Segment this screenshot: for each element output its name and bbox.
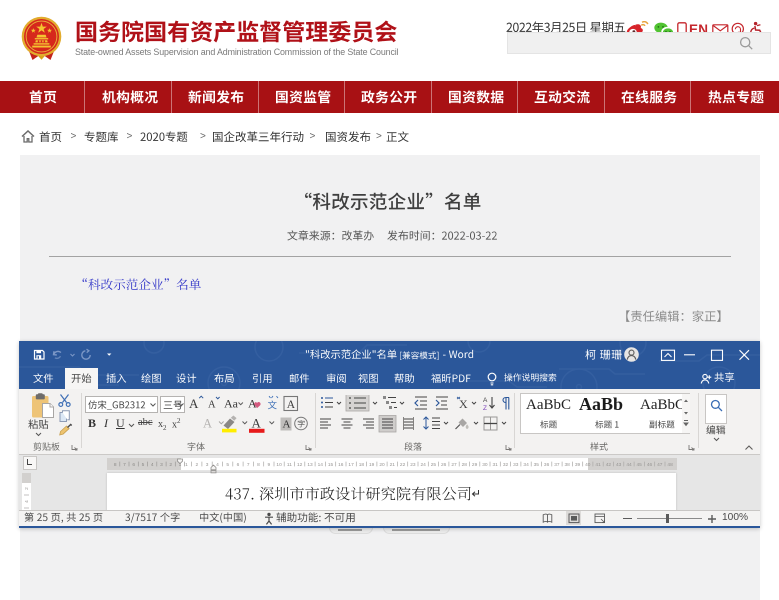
svg-text:22: 22 — [400, 462, 406, 468]
svg-text:A: A — [189, 396, 199, 411]
svg-text:29: 29 — [472, 462, 478, 468]
svg-text:A: A — [203, 417, 212, 431]
svg-text:5: 5 — [141, 462, 144, 468]
svg-text:19: 19 — [369, 462, 375, 468]
svg-text:32: 32 — [503, 462, 509, 468]
svg-text:2: 2 — [24, 487, 30, 490]
svg-text:36: 36 — [544, 462, 550, 468]
svg-text:A: A — [483, 397, 488, 404]
svg-text:Z: Z — [483, 405, 487, 412]
svg-text:4: 4 — [24, 500, 30, 503]
svg-text:34: 34 — [523, 462, 529, 468]
svg-text:12: 12 — [297, 462, 303, 468]
svg-text:14: 14 — [317, 462, 323, 468]
svg-text:37: 37 — [554, 462, 560, 468]
svg-text:24: 24 — [420, 462, 426, 468]
svg-text:38: 38 — [564, 462, 570, 468]
svg-text:26: 26 — [441, 462, 447, 468]
svg-text:21: 21 — [389, 462, 395, 468]
svg-text:45: 45 — [636, 462, 642, 468]
svg-text:10: 10 — [276, 462, 282, 468]
svg-text:8: 8 — [257, 462, 260, 468]
svg-text:Aa: Aa — [224, 397, 239, 411]
svg-text:47: 47 — [657, 462, 663, 468]
svg-text:20: 20 — [379, 462, 385, 468]
svg-text:27: 27 — [451, 462, 457, 468]
svg-text:35: 35 — [533, 462, 539, 468]
svg-text:30: 30 — [482, 462, 488, 468]
svg-text:39: 39 — [575, 462, 581, 468]
svg-text:2: 2 — [169, 462, 172, 468]
svg-text:48: 48 — [667, 462, 673, 468]
svg-text:A: A — [287, 399, 296, 411]
svg-text:9: 9 — [267, 462, 270, 468]
svg-text:44: 44 — [626, 462, 632, 468]
svg-text:31: 31 — [492, 462, 498, 468]
svg-text:X: X — [459, 397, 468, 411]
svg-text:7: 7 — [247, 462, 250, 468]
svg-text:5: 5 — [226, 462, 229, 468]
svg-text:A: A — [208, 400, 216, 411]
svg-text:18: 18 — [358, 462, 364, 468]
svg-text:25: 25 — [430, 462, 436, 468]
svg-text:40: 40 — [585, 462, 591, 468]
svg-text:41: 41 — [595, 462, 601, 468]
svg-text:28: 28 — [461, 462, 467, 468]
svg-text:7: 7 — [123, 462, 126, 468]
svg-text:11: 11 — [287, 462, 292, 468]
svg-text:16: 16 — [338, 462, 344, 468]
svg-text:4: 4 — [151, 462, 154, 468]
svg-text:3: 3 — [160, 462, 163, 468]
svg-text:A: A — [252, 416, 262, 431]
svg-text:23: 23 — [410, 462, 416, 468]
svg-text:17: 17 — [348, 462, 354, 468]
svg-text:6: 6 — [236, 462, 239, 468]
svg-text:8: 8 — [114, 462, 117, 468]
svg-text:42: 42 — [605, 462, 611, 468]
svg-text:13: 13 — [307, 462, 313, 468]
svg-text:33: 33 — [513, 462, 519, 468]
svg-text:A: A — [283, 419, 291, 431]
svg-text:6: 6 — [132, 462, 135, 468]
svg-text:43: 43 — [616, 462, 622, 468]
svg-text:46: 46 — [647, 462, 653, 468]
svg-text:15: 15 — [328, 462, 334, 468]
